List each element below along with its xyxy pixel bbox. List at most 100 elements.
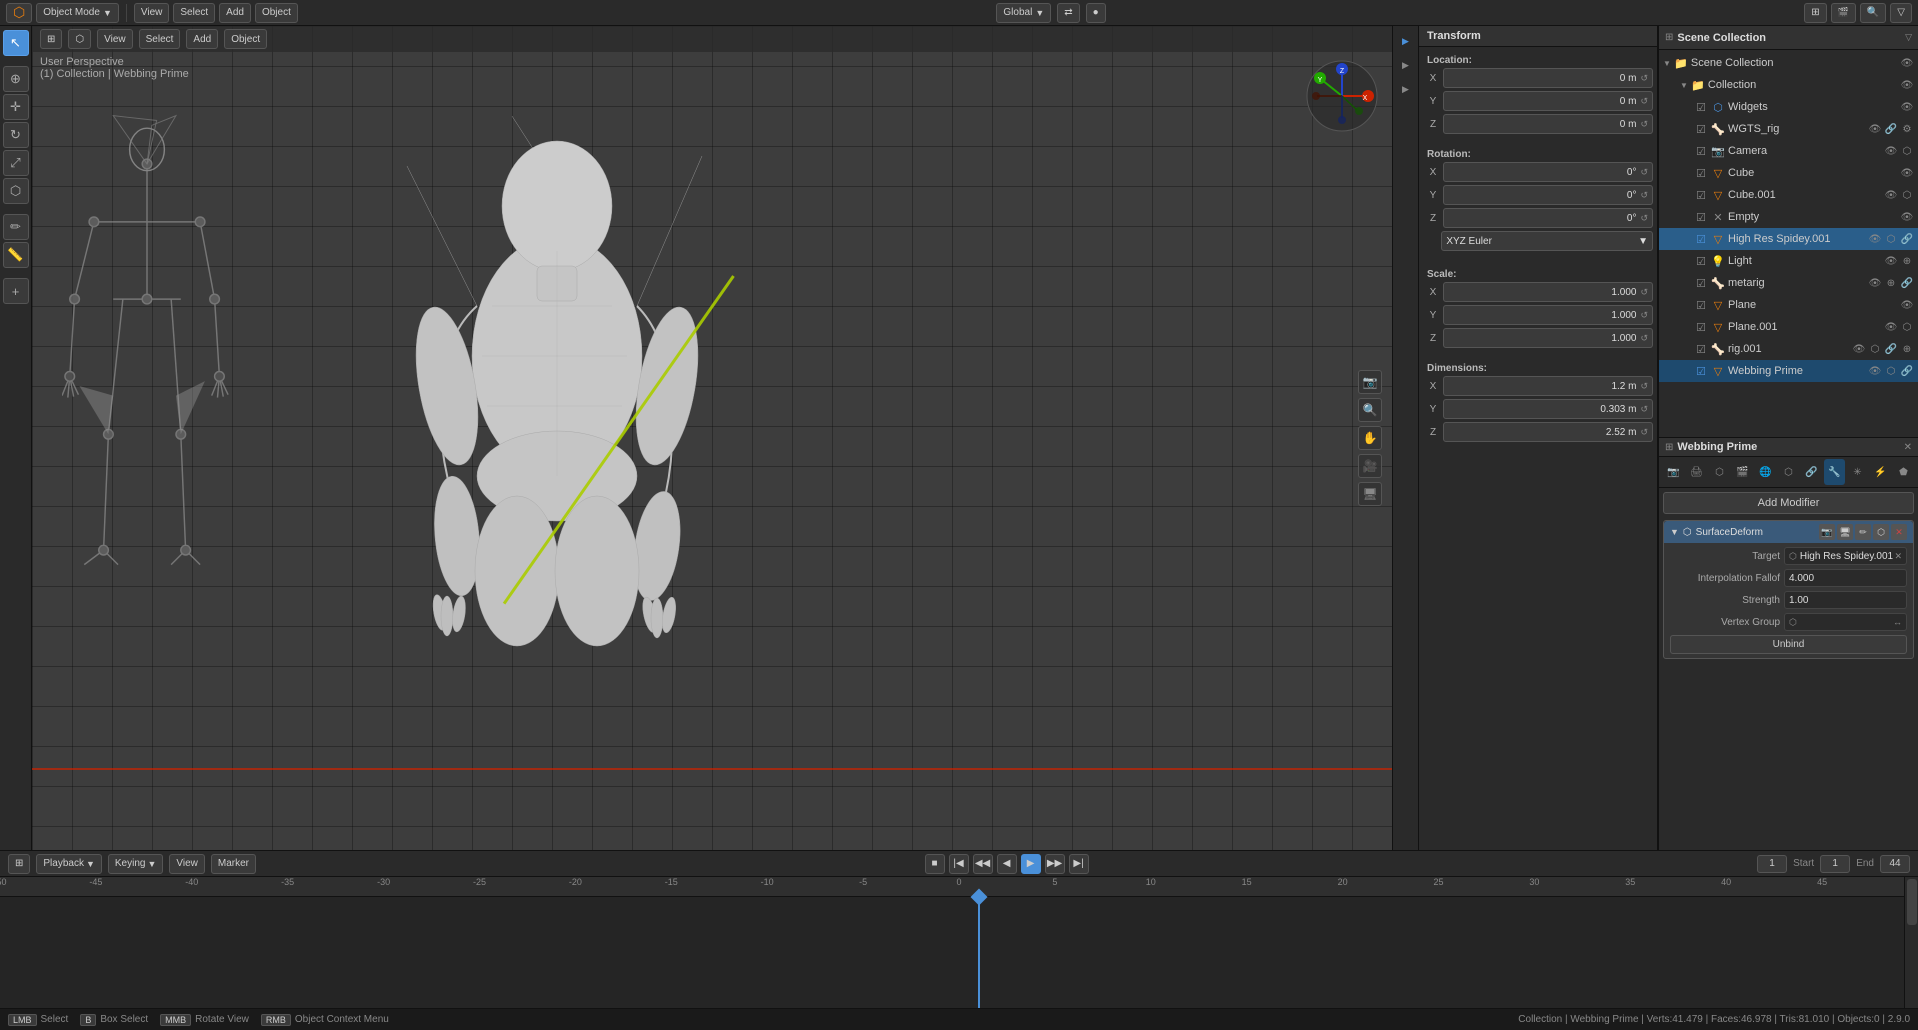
webbing-checkbox[interactable]: ☑ (1694, 365, 1708, 378)
blender-menu[interactable]: ⬡ (6, 3, 32, 23)
filter[interactable]: ▽ (1890, 3, 1912, 23)
outliner-item-metarig[interactable]: ☑ 🦴 metarig 👁 ⊕ 🔗 (1659, 272, 1918, 294)
rig001-extra2[interactable]: 🔗 (1884, 344, 1898, 355)
timeline-type[interactable]: ⊞ (8, 854, 30, 874)
metarig-extra2[interactable]: 🔗 (1900, 278, 1914, 289)
location-y-reset[interactable]: ↺ (1640, 96, 1648, 107)
spidey-checkbox[interactable]: ☑ (1694, 233, 1708, 246)
rig001-eye[interactable]: 👁 (1852, 344, 1866, 355)
vgroup-pin[interactable]: ↔ (1893, 617, 1902, 627)
scale-y-reset[interactable]: ↺ (1640, 310, 1648, 321)
view-menu-timeline[interactable]: View (169, 854, 205, 874)
mod-icon-cage[interactable]: ⬡ (1873, 524, 1889, 540)
tool-tool[interactable]: ▶ (1395, 54, 1417, 76)
outliner-item-cube[interactable]: ☑ ▽ Cube 👁 (1659, 162, 1918, 184)
object-menu[interactable]: Object (255, 3, 298, 23)
select-tool[interactable]: ↖ (3, 30, 29, 56)
widgets-checkbox[interactable]: ☑ (1694, 101, 1708, 114)
scale-x-reset[interactable]: ↺ (1640, 287, 1648, 298)
scrollbar-handle[interactable] (1907, 879, 1917, 925)
transform-gizmo[interactable]: ⇄ (1057, 3, 1079, 23)
props-viewlayer-icon[interactable]: ⬡ (1709, 459, 1730, 485)
collection-eye[interactable]: 👁 (1900, 80, 1914, 91)
props-material-icon[interactable]: ⬟ (1893, 459, 1914, 485)
modifier-expand-arrow[interactable]: ▼ (1670, 527, 1679, 537)
viewport-object-menu[interactable]: Object (224, 29, 267, 49)
playback-jump-end[interactable]: ▶| (1069, 854, 1089, 874)
rotate-tool[interactable]: ↻ (3, 122, 29, 148)
nav-gizmo[interactable]: X Y Z (1302, 56, 1382, 136)
camera-extra[interactable]: ⬡ (1900, 146, 1914, 157)
target-clear[interactable]: ✕ (1894, 551, 1902, 562)
collection-arrow[interactable]: ▼ (1680, 81, 1688, 90)
playback-step-back[interactable]: ◀◀ (973, 854, 993, 874)
metarig-extra1[interactable]: ⊕ (1884, 278, 1898, 289)
editor-type[interactable]: ⊞ (1804, 3, 1826, 23)
scale-tool[interactable]: ⤢ (3, 150, 29, 176)
zoom-icon[interactable]: 🔍 (1358, 398, 1382, 422)
props-output-icon[interactable]: 🖨 (1686, 459, 1707, 485)
props-world-icon[interactable]: 🌐 (1755, 459, 1776, 485)
light-extra[interactable]: ⊕ (1900, 256, 1914, 267)
add-modifier-button[interactable]: Add Modifier (1663, 492, 1914, 514)
props-scene-icon[interactable]: 🎬 (1732, 459, 1753, 485)
add-menu[interactable]: Add (219, 3, 251, 23)
rotation-z-input[interactable]: 0° ↺ (1443, 208, 1653, 228)
render-icon[interactable]: 🖥 (1358, 482, 1382, 506)
viewport-perspective[interactable]: ⬡ (68, 29, 91, 49)
rig001-extra1[interactable]: ⬡ (1868, 344, 1882, 355)
spidey-extra1[interactable]: ⬡ (1884, 234, 1898, 245)
webbing-extra2[interactable]: 🔗 (1900, 366, 1914, 377)
props-physics-icon[interactable]: ⚡ (1870, 459, 1891, 485)
plane-checkbox[interactable]: ☑ (1694, 299, 1708, 312)
camera-view-icon[interactable]: 📷 (1358, 370, 1382, 394)
mod-icon-cam[interactable]: 📷 (1819, 524, 1835, 540)
view-menu[interactable]: View (134, 3, 170, 23)
scale-z-reset[interactable]: ↺ (1640, 333, 1648, 344)
outliner-item-collection[interactable]: ▼ 📁 Collection 👁 (1659, 74, 1918, 96)
empty-checkbox[interactable]: ☑ (1694, 211, 1708, 224)
playback-step-forward[interactable]: ▶▶ (1045, 854, 1065, 874)
current-frame-input[interactable]: 1 (1757, 855, 1787, 873)
keying-menu[interactable]: Keying ▼ (108, 854, 164, 874)
light-eye[interactable]: 👁 (1884, 256, 1898, 267)
plane001-extra[interactable]: ⬡ (1900, 322, 1914, 333)
playback-play[interactable]: ▶ (1021, 854, 1041, 874)
annotate-tool[interactable]: ✏ (3, 214, 29, 240)
outliner-item-high-res-spidey[interactable]: ☑ ▽ High Res Spidey.001 👁 ⬡ 🔗 (1659, 228, 1918, 250)
modifier-vgroup-value[interactable]: ⬡ ↔ (1784, 613, 1907, 631)
viewport-view-menu[interactable]: View (97, 29, 133, 49)
scale-x-input[interactable]: 1.000 ↺ (1443, 282, 1653, 302)
outliner-item-plane001[interactable]: ☑ ▽ Plane.001 👁 ⬡ (1659, 316, 1918, 338)
props-constraints-icon[interactable]: 🔗 (1801, 459, 1822, 485)
rotation-mode-dropdown[interactable]: XYZ Euler ▼ (1441, 231, 1653, 251)
webbing-extra1[interactable]: ⬡ (1884, 366, 1898, 377)
outliner-item-empty[interactable]: ☑ ✕ Empty 👁 (1659, 206, 1918, 228)
metarig-eye[interactable]: 👁 (1868, 278, 1882, 289)
playback-jump-start[interactable]: |◀ (949, 854, 969, 874)
outliner-item-light[interactable]: ☑ 💡 Light 👁 ⊕ (1659, 250, 1918, 272)
dim-y-input[interactable]: 0.303 m ↺ (1443, 399, 1653, 419)
plane-eye[interactable]: 👁 (1900, 300, 1914, 311)
scale-y-input[interactable]: 1.000 ↺ (1443, 305, 1653, 325)
camera-checkbox[interactable]: ☑ (1694, 145, 1708, 158)
rotation-y-reset[interactable]: ↺ (1640, 190, 1648, 201)
wgts-rig-eye[interactable]: 👁 (1868, 124, 1882, 135)
outliner-item-rig001[interactable]: ☑ 🦴 rig.001 👁 ⬡ 🔗 ⊕ (1659, 338, 1918, 360)
scene-collection-arrow[interactable]: ▼ (1663, 59, 1671, 68)
outliner-item-plane[interactable]: ☑ ▽ Plane 👁 (1659, 294, 1918, 316)
mod-delete[interactable]: ✕ (1891, 524, 1907, 540)
light-checkbox[interactable]: ☑ (1694, 255, 1708, 268)
scale-z-input[interactable]: 1.000 ↺ (1443, 328, 1653, 348)
cube001-eye[interactable]: 👁 (1884, 190, 1898, 201)
dim-z-input[interactable]: 2.52 m ↺ (1443, 422, 1653, 442)
location-z-input[interactable]: 0 m ↺ (1443, 114, 1653, 134)
location-y-input[interactable]: 0 m ↺ (1443, 91, 1653, 111)
select-menu-top[interactable]: Select (173, 3, 215, 23)
search[interactable]: 🔍 (1860, 3, 1886, 23)
rotation-x-reset[interactable]: ↺ (1640, 167, 1648, 178)
add-tool[interactable]: + (3, 278, 29, 304)
viewport-3d[interactable]: ⊞ ⬡ View Select Add Object User Perspect… (32, 26, 1392, 850)
outliner-item-cube001[interactable]: ☑ ▽ Cube.001 👁 ⬡ (1659, 184, 1918, 206)
wgts-rig-checkbox[interactable]: ☑ (1694, 123, 1708, 136)
